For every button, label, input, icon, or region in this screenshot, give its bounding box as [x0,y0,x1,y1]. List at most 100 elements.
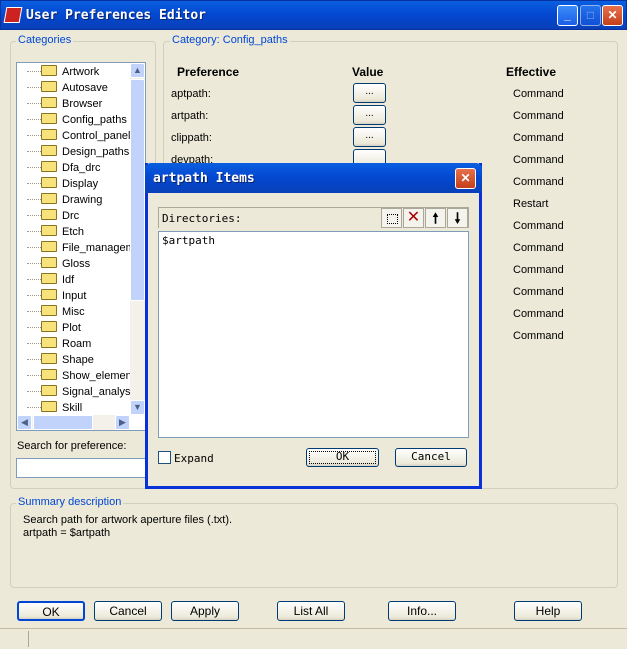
dialog-title: artpath Items [153,171,255,186]
tree-item-label: Input [62,290,87,302]
tree-item-label: Drawing [62,194,103,206]
cancel-button[interactable]: Cancel [94,601,162,621]
directory-item[interactable]: $artpath [162,234,215,247]
move-down-icon[interactable]: 🠗 [447,208,468,228]
tree-item[interactable]: Control_panel [41,128,131,144]
folder-icon [41,145,57,156]
tree-item[interactable]: Drawing [41,192,102,208]
tree-item[interactable]: Show_elemen [41,368,132,384]
preference-name: aptpath: [171,88,211,100]
tree-connector [27,311,41,312]
tree-item[interactable]: Signal_analysi [41,384,133,400]
tree-item[interactable]: Dfa_drc [41,160,101,176]
status-bar [0,628,627,649]
tree-connector [27,183,41,184]
delete-icon[interactable]: ✕ [403,208,424,228]
tree-connector [27,103,41,104]
tree-item[interactable]: Shape [41,352,94,368]
help-button[interactable]: Help [514,601,582,621]
preference-name: artpath: [171,110,209,122]
categories-label: Categories [16,34,74,46]
ok-button[interactable]: OK [17,601,85,621]
tree-item-label: Design_paths [62,146,130,158]
dialog-ok-button[interactable]: OK [306,448,379,467]
maximize-button[interactable]: □ [580,5,601,26]
tree-connector [27,327,41,328]
expand-label: Expand [174,452,214,465]
effective-value: Command [513,110,564,122]
tree-item[interactable]: Misc [41,304,85,320]
minimize-button[interactable]: _ [557,5,578,26]
tree-item[interactable]: Skill [41,400,82,416]
tree-item[interactable]: Config_paths [41,112,127,128]
tree-item-label: Config_paths [62,114,127,126]
tree-item[interactable]: Input [41,288,86,304]
effective-value: Command [513,330,564,342]
scroll-right-button[interactable]: ▶ [115,415,130,430]
list-all-button[interactable]: List All [277,601,345,621]
folder-icon [41,337,57,348]
header-value: Value [352,65,384,79]
tree-connector [27,343,41,344]
effective-value: Command [513,88,564,100]
artpath-items-dialog: artpath Items ✕ Directories: ✕ 🠕 🠗 $artp… [145,163,482,489]
apply-button[interactable]: Apply [171,601,239,621]
search-label: Search for preference: [17,440,127,452]
window-title: User Preferences Editor [26,8,207,23]
tree-connector [27,263,41,264]
scroll-up-button[interactable]: ▲ [130,63,145,78]
tree-connector [27,135,41,136]
h-scroll-thumb[interactable] [33,415,93,430]
expand-checkbox[interactable] [158,451,171,464]
summary-line-2: artpath = $artpath [23,527,111,539]
tree-connector [27,87,41,88]
tree-vertical-scrollbar[interactable]: ▲ ▼ [130,63,145,415]
value-browse-button[interactable]: ... [353,127,386,147]
folder-icon [41,225,57,236]
tree-item[interactable]: Browser [41,96,102,112]
value-browse-button[interactable]: ... [353,83,386,103]
dialog-close-button[interactable]: ✕ [455,168,476,189]
folder-icon [41,257,57,268]
folder-icon [41,273,57,284]
close-button[interactable]: ✕ [602,5,623,26]
tree-item[interactable]: Display [41,176,98,192]
folder-icon [41,161,57,172]
tree-connector [27,199,41,200]
summary-line-1: Search path for artwork aperture files (… [23,514,233,526]
tree-item-label: Etch [62,226,85,238]
tree-item[interactable]: Roam [41,336,91,352]
tree-horizontal-scrollbar[interactable]: ◀ ▶ [17,415,130,430]
tree-item[interactable]: Drc [41,208,79,224]
tree-item[interactable]: Gloss [41,256,90,272]
tree-item[interactable]: Design_paths [41,144,129,160]
new-folder-icon[interactable] [381,208,402,228]
category-tree[interactable]: Artwork Autosave Browser Config_paths Contro… [16,62,146,431]
folder-icon [41,241,57,252]
tree-item[interactable]: Autosave [41,80,108,96]
tree-item[interactable]: File_managem [41,240,135,256]
scroll-thumb[interactable] [130,79,145,301]
effective-value: Command [513,220,564,232]
tree-connector [27,167,41,168]
tree-item-label: Skill [62,402,83,414]
search-input[interactable] [16,458,156,478]
dialog-cancel-button[interactable]: Cancel [395,448,467,467]
directories-list[interactable]: $artpath [158,231,469,438]
tree-item-label: Control_panel [62,130,131,142]
folder-icon [41,177,57,188]
tree-item[interactable]: Plot [41,320,81,336]
scroll-left-button[interactable]: ◀ [17,415,32,430]
value-browse-button[interactable]: ... [353,105,386,125]
folder-icon [41,209,57,220]
dialog-title-bar: artpath Items ✕ [145,163,482,193]
tree-item[interactable]: Artwork [41,64,99,80]
tree-item[interactable]: Idf [41,272,74,288]
info-button[interactable]: Info... [388,601,456,621]
move-up-icon[interactable]: 🠕 [425,208,446,228]
tree-item-label: Autosave [62,82,108,94]
scroll-down-button[interactable]: ▼ [130,400,145,415]
folder-icon [41,97,57,108]
header-effective: Effective [506,65,557,79]
tree-item[interactable]: Etch [41,224,84,240]
